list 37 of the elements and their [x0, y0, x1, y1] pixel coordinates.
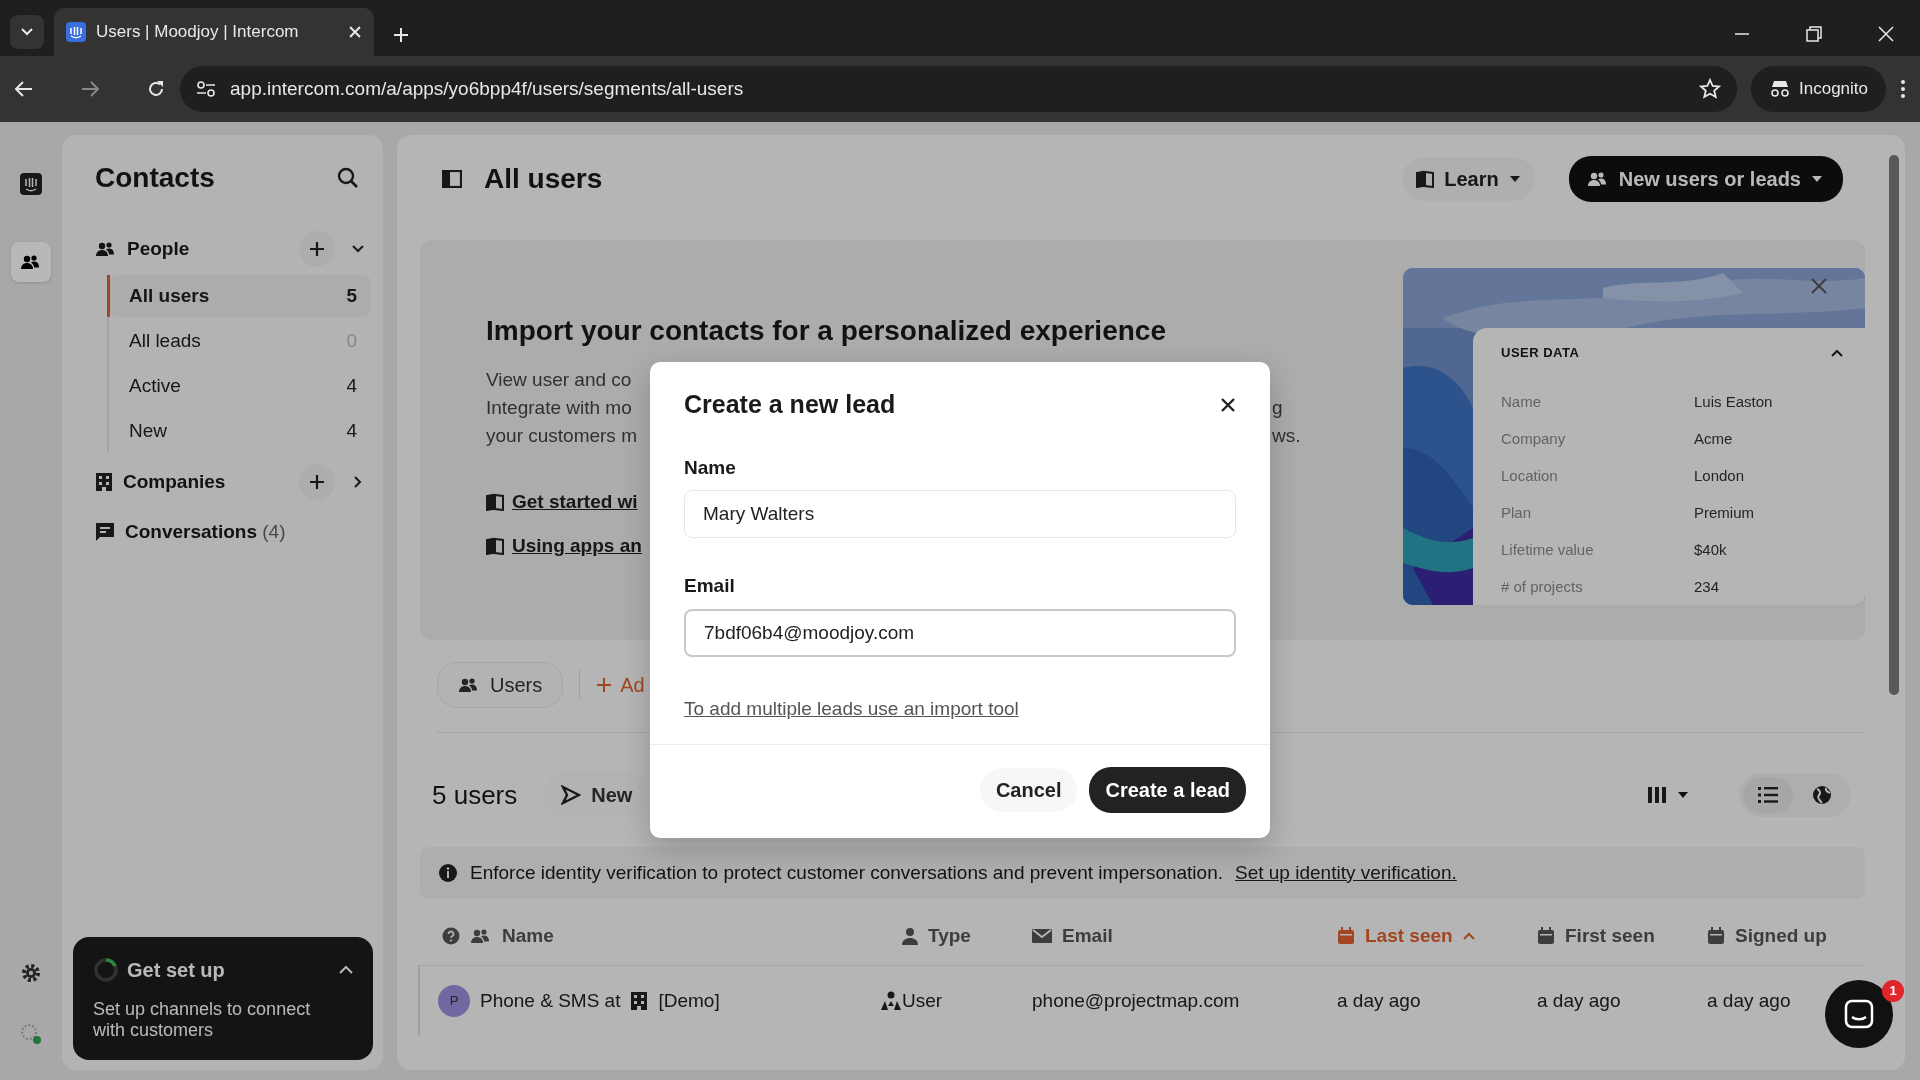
- field-label: Location: [1501, 466, 1559, 487]
- field-label: # of projects: [1501, 577, 1584, 598]
- field-value: $40k: [1694, 540, 1727, 561]
- table-cell-text: a day ago: [1707, 988, 1791, 1013]
- contact-name: Phone & SMS at: [480, 988, 621, 1013]
- sidebar-title: Contacts: [95, 161, 215, 195]
- field-label: Name: [684, 455, 737, 480]
- setup-title: Get set up: [127, 957, 226, 983]
- table-cell-text: a day ago: [1337, 988, 1421, 1013]
- field-value: London: [1694, 466, 1745, 487]
- company-name: [Demo]: [658, 988, 720, 1013]
- setup-text: Set up channels to connect with customers: [93, 998, 312, 1042]
- field-label: Plan: [1501, 503, 1533, 524]
- field-value: Luis Easton: [1694, 392, 1773, 413]
- field-label: Email: [684, 574, 736, 598]
- table-cell-text: a day ago: [1537, 988, 1621, 1013]
- dialog-title: Create a new lead: [684, 389, 896, 420]
- page-title: All users: [484, 161, 604, 196]
- field-value: Acme: [1694, 429, 1733, 450]
- intro-text: Integrate with mo: [486, 395, 633, 420]
- field-label: Lifetime value: [1501, 540, 1595, 561]
- card-heading: USER DATA: [1501, 344, 1580, 363]
- intro-text: View user and co: [486, 367, 633, 392]
- intro-text: g: [1272, 395, 1283, 420]
- intro-text: ws.: [1272, 423, 1301, 448]
- banner-text: Enforce identity verification to protect customer conversations and prevent impersonation.: [470, 860, 1223, 885]
- table-cell-text: User: [902, 988, 943, 1013]
- field-label: Name: [1501, 392, 1542, 413]
- field-value: Premium: [1694, 503, 1754, 524]
- field-label: Company: [1501, 429, 1567, 450]
- avatar: P: [438, 985, 470, 1017]
- intro-title: Import your contacts for a personalized experience: [486, 314, 1167, 348]
- intro-text: your customers m: [486, 423, 638, 448]
- table-cell-text: phone@projectmap.com: [1032, 988, 1240, 1013]
- field-value: 234: [1694, 577, 1720, 598]
- tab-title: Users | Moodjoy | Intercom: [96, 21, 300, 44]
- user-count: 5 users: [432, 778, 518, 812]
